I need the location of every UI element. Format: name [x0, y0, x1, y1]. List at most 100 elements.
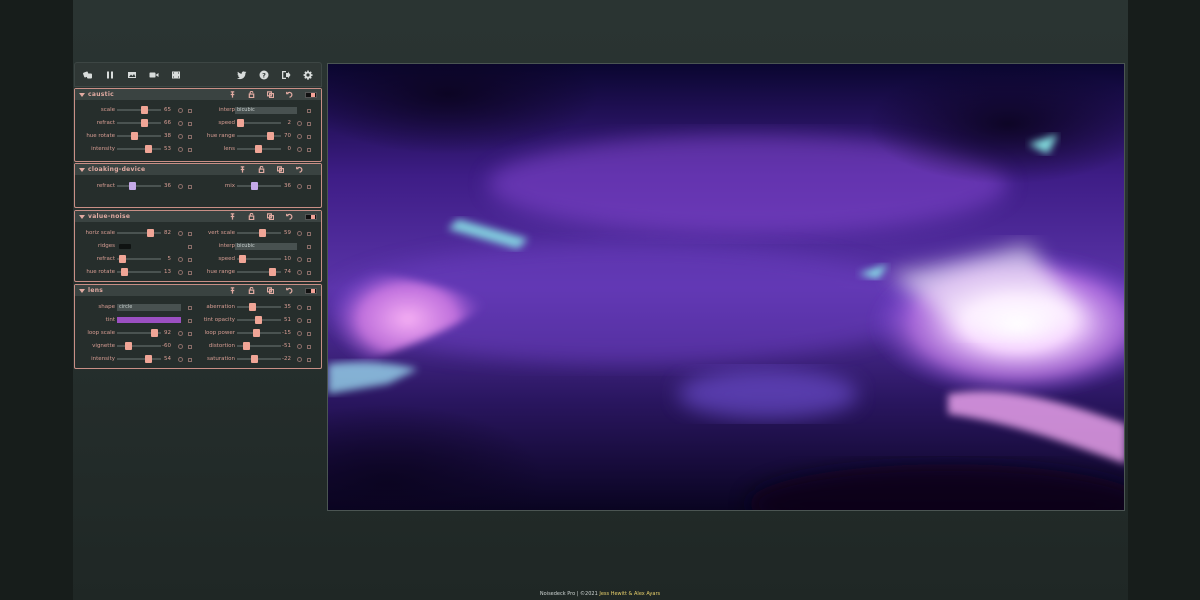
panel-header[interactable]: caustic: [75, 89, 321, 100]
dice-icon[interactable]: [276, 166, 285, 174]
link-icon[interactable]: [297, 356, 302, 362]
lock-icon[interactable]: [307, 357, 311, 362]
link-icon[interactable]: [297, 330, 302, 336]
lock-icon[interactable]: [188, 305, 192, 310]
link-icon[interactable]: [297, 230, 302, 236]
pin-icon[interactable]: [229, 91, 236, 98]
collapse-caret-icon[interactable]: [79, 214, 85, 219]
lock-icon[interactable]: [188, 231, 192, 236]
link-icon[interactable]: [178, 256, 183, 262]
lock-icon[interactable]: [307, 108, 311, 113]
slider-knob[interactable]: [141, 106, 148, 114]
slider-knob[interactable]: [145, 145, 152, 153]
share-icon[interactable]: [281, 70, 291, 80]
slider-knob[interactable]: [259, 229, 266, 237]
image-icon[interactable]: [127, 70, 137, 80]
reset-icon[interactable]: [296, 166, 303, 173]
link-icon[interactable]: [297, 183, 302, 189]
ridges-toggle[interactable]: [119, 244, 131, 249]
lock-icon[interactable]: [307, 331, 311, 336]
slider-knob[interactable]: [243, 342, 250, 350]
lock-icon[interactable]: [188, 344, 192, 349]
link-icon[interactable]: [178, 146, 183, 152]
lock-icon[interactable]: [248, 90, 255, 99]
link-icon[interactable]: [178, 133, 183, 139]
slider-knob[interactable]: [253, 329, 260, 337]
slider-knob[interactable]: [249, 303, 256, 311]
link-icon[interactable]: [178, 183, 183, 189]
gear-icon[interactable]: [303, 70, 313, 80]
slider-knob[interactable]: [267, 132, 274, 140]
lock-icon[interactable]: [188, 331, 192, 336]
lock-icon[interactable]: [188, 184, 192, 189]
slider-knob[interactable]: [251, 355, 258, 363]
lock-icon[interactable]: [188, 108, 192, 113]
help-icon[interactable]: ?: [259, 70, 269, 80]
lock-icon[interactable]: [307, 244, 311, 249]
link-icon[interactable]: [297, 304, 302, 310]
slider-knob[interactable]: [239, 255, 246, 263]
color-swatch[interactable]: [305, 287, 317, 294]
lock-icon[interactable]: [248, 212, 255, 221]
link-icon[interactable]: [297, 133, 302, 139]
twitter-icon[interactable]: [237, 70, 247, 80]
shape-select[interactable]: circle: [117, 303, 181, 311]
lock-icon[interactable]: [188, 121, 192, 126]
lock-icon[interactable]: [307, 270, 311, 275]
slider-knob[interactable]: [255, 145, 262, 153]
pin-icon[interactable]: [229, 287, 236, 294]
link-icon[interactable]: [297, 343, 302, 349]
lock-icon[interactable]: [248, 286, 255, 295]
link-icon[interactable]: [178, 269, 183, 275]
collapse-caret-icon[interactable]: [79, 167, 85, 172]
link-icon[interactable]: [297, 120, 302, 126]
lock-icon[interactable]: [188, 134, 192, 139]
dice-icon[interactable]: [266, 287, 275, 295]
interp-select[interactable]: bicubic: [235, 106, 297, 114]
reset-icon[interactable]: [286, 213, 293, 220]
slider-knob[interactable]: [147, 229, 154, 237]
lock-icon[interactable]: [188, 270, 192, 275]
film-icon[interactable]: [171, 70, 181, 80]
lock-icon[interactable]: [258, 165, 265, 174]
dice-icon[interactable]: [266, 91, 275, 99]
link-icon[interactable]: [297, 256, 302, 262]
link-icon[interactable]: [178, 343, 183, 349]
link-icon[interactable]: [178, 356, 183, 362]
slider-knob[interactable]: [141, 119, 148, 127]
lock-icon[interactable]: [307, 318, 311, 323]
link-icon[interactable]: [178, 107, 183, 113]
interp-select[interactable]: bicubic: [235, 242, 297, 250]
slider-knob[interactable]: [125, 342, 132, 350]
collapse-caret-icon[interactable]: [79, 92, 85, 97]
pin-icon[interactable]: [229, 213, 236, 220]
link-icon[interactable]: [297, 269, 302, 275]
slider-knob[interactable]: [131, 132, 138, 140]
lock-icon[interactable]: [307, 305, 311, 310]
link-icon[interactable]: [297, 146, 302, 152]
lock-icon[interactable]: [307, 231, 311, 236]
lock-icon[interactable]: [307, 344, 311, 349]
collapse-caret-icon[interactable]: [79, 288, 85, 293]
dice-icon[interactable]: [83, 70, 93, 80]
reset-icon[interactable]: [286, 91, 293, 98]
lock-icon[interactable]: [307, 184, 311, 189]
slider-knob[interactable]: [119, 255, 126, 263]
pause-icon[interactable]: [105, 70, 115, 80]
render-canvas[interactable]: [327, 63, 1125, 511]
pin-icon[interactable]: [239, 166, 246, 173]
link-icon[interactable]: [297, 317, 302, 323]
reset-icon[interactable]: [286, 287, 293, 294]
slider-knob[interactable]: [121, 268, 128, 276]
slider-knob[interactable]: [255, 316, 262, 324]
dice-icon[interactable]: [266, 213, 275, 221]
footer-credit-link[interactable]: Jess Hewitt & Alex Ayars: [599, 591, 660, 597]
slider-knob[interactable]: [251, 182, 258, 190]
slider-knob[interactable]: [237, 119, 244, 127]
color-swatch[interactable]: [305, 213, 317, 220]
link-icon[interactable]: [178, 120, 183, 126]
link-icon[interactable]: [178, 230, 183, 236]
lock-icon[interactable]: [307, 134, 311, 139]
slider-knob[interactable]: [129, 182, 136, 190]
link-icon[interactable]: [178, 330, 183, 336]
